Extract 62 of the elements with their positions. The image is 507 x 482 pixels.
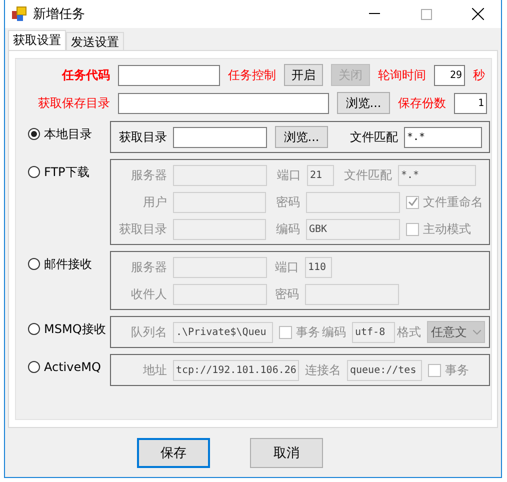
format-dropdown[interactable]: 任意文 xyxy=(427,321,485,343)
field-label: 文件匹配 xyxy=(349,128,399,146)
task-code-field[interactable] xyxy=(118,64,220,86)
source-label: 邮件接收 xyxy=(44,256,92,272)
source-label: MSMQ接收 xyxy=(44,320,106,338)
field-label: 队列名 xyxy=(130,324,168,340)
app-icon xyxy=(11,6,27,22)
field-label: 编码 xyxy=(321,324,347,340)
checkbox-label: 文件重命名 xyxy=(423,194,483,210)
radio-button[interactable] xyxy=(28,258,40,270)
checkbox-label: 事务 xyxy=(445,362,469,378)
task-code-label: 任务代码 xyxy=(62,66,110,84)
field-label: 密码 xyxy=(275,194,301,210)
save-copies-field[interactable]: 1 xyxy=(454,92,487,114)
field-label: 服务器 xyxy=(130,258,168,276)
source-label: FTP下载 xyxy=(44,164,90,180)
source-label: 本地目录 xyxy=(44,126,92,142)
checkbox[interactable] xyxy=(406,196,419,208)
field-label: 编码 xyxy=(275,220,301,238)
field-label: 文件匹配 xyxy=(343,166,393,184)
checkbox[interactable] xyxy=(428,364,441,376)
poll-time-field[interactable]: 29 xyxy=(434,64,465,86)
save-dir-label: 获取保存目录 xyxy=(38,94,110,112)
field-label: 收件人 xyxy=(130,286,168,302)
window-title: 新增任务 xyxy=(33,6,86,23)
checkbox[interactable] xyxy=(406,222,419,236)
radio-button[interactable] xyxy=(28,166,40,178)
checkbox-label: 主动模式 xyxy=(423,220,471,238)
field-label: 获取目录 xyxy=(118,220,168,238)
maximize-icon xyxy=(420,8,432,20)
field-label: 地址 xyxy=(142,362,168,378)
field-label: 格式 xyxy=(396,324,422,340)
start-button[interactable]: 开启 xyxy=(284,64,323,86)
radio-button[interactable] xyxy=(28,128,40,140)
checkbox[interactable] xyxy=(279,326,292,338)
tab[interactable]: 发送设置 xyxy=(66,32,124,50)
seconds-label: 秒 xyxy=(473,66,485,84)
field-label: 端口 xyxy=(274,258,300,276)
close-icon xyxy=(472,8,484,20)
radio-button[interactable] xyxy=(28,361,40,373)
radio-button[interactable] xyxy=(28,323,40,335)
browse-button[interactable]: 浏览... xyxy=(337,92,390,114)
field-label: 连接名 xyxy=(304,362,342,378)
field-label: 端口 xyxy=(276,166,302,184)
poll-time-label: 轮询时间 xyxy=(378,66,426,84)
dialog-button[interactable]: 保存 xyxy=(137,438,210,468)
task-control-label: 任务控制 xyxy=(228,66,276,84)
field-label: 用户 xyxy=(142,194,168,210)
save-dir-field[interactable] xyxy=(118,92,329,114)
browse-button[interactable]: 浏览... xyxy=(275,126,328,148)
checkbox-label: 事务 xyxy=(296,324,320,340)
tab[interactable]: 获取设置 xyxy=(8,30,66,50)
chevron-icon xyxy=(473,330,481,334)
source-label: ActiveMQ xyxy=(44,360,101,374)
text-field[interactable]: *.* xyxy=(404,126,482,148)
field-label: 密码 xyxy=(274,286,300,302)
save-copies-label: 保存份数 xyxy=(398,94,446,112)
minimize-icon xyxy=(368,13,380,15)
field-label: 服务器 xyxy=(130,166,168,184)
text-field[interactable] xyxy=(173,126,267,148)
field-label: 获取目录 xyxy=(118,128,168,146)
dialog-button[interactable]: 取消 xyxy=(250,438,323,468)
